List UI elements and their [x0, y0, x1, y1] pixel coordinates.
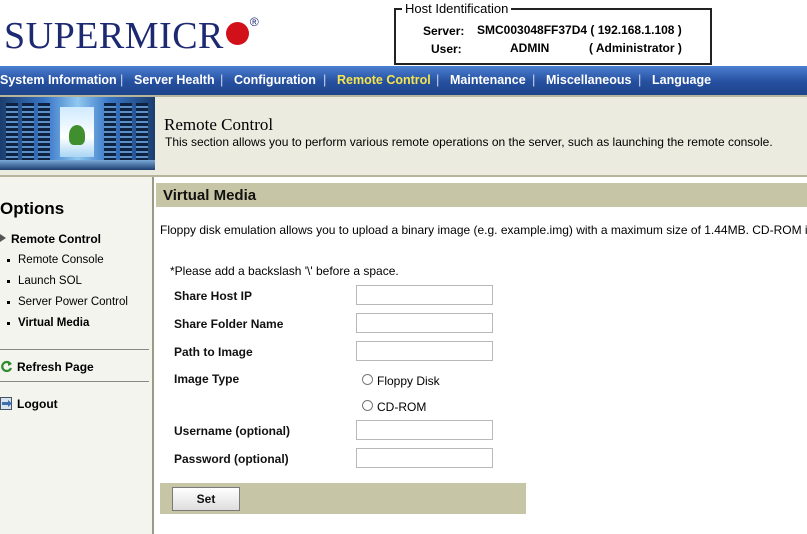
sidebar-item-virtual-media[interactable]: Virtual Media — [18, 317, 89, 329]
sidebar-divider — [0, 349, 149, 350]
backslash-note: *Please add a backslash '\' before a spa… — [170, 264, 399, 278]
cd-rom-radio[interactable] — [362, 400, 373, 411]
set-button[interactable]: Set — [172, 487, 240, 511]
options-sidebar — [0, 177, 154, 534]
sidebar-item-remote-console[interactable]: Remote Console — [18, 254, 104, 266]
refresh-icon[interactable] — [0, 359, 13, 373]
section-arrow-icon — [0, 234, 6, 242]
nav-language[interactable]: Language — [652, 73, 711, 87]
bullet-icon — [7, 280, 10, 283]
nav-separator: | — [532, 72, 536, 87]
nav-separator: | — [323, 72, 327, 87]
panel-description: Floppy disk emulation allows you to uplo… — [160, 223, 807, 237]
server-rack-graphic — [22, 103, 34, 161]
server-room-banner-image — [0, 97, 155, 170]
server-rack-graphic — [104, 103, 116, 161]
tree-graphic — [69, 125, 85, 145]
nav-separator: | — [220, 72, 224, 87]
nav-separator: | — [436, 72, 440, 87]
username-input[interactable] — [356, 420, 493, 440]
sidebar-section-remote-control[interactable]: Remote Control — [11, 232, 101, 246]
nav-configuration[interactable]: Configuration — [234, 73, 316, 87]
nav-maintenance[interactable]: Maintenance — [450, 73, 526, 87]
page-description: This section allows you to perform vario… — [165, 135, 773, 149]
cd-rom-radio-label[interactable]: CD-ROM — [377, 400, 426, 414]
refresh-page-link[interactable]: Refresh Page — [17, 360, 94, 374]
logout-icon[interactable] — [0, 397, 13, 411]
share-host-ip-label: Share Host IP — [174, 289, 253, 303]
floppy-disk-radio-label[interactable]: Floppy Disk — [377, 374, 440, 388]
server-rack-graphic — [6, 103, 18, 161]
server-rack-graphic — [136, 103, 148, 161]
server-value: SMC003048FF37D4 ( 192.168.1.108 ) — [477, 23, 682, 37]
image-type-label: Image Type — [174, 372, 240, 386]
sidebar-title: Options — [0, 199, 65, 218]
server-rack-graphic — [38, 103, 50, 161]
nav-server-health[interactable]: Server Health — [134, 73, 215, 87]
share-host-ip-input[interactable] — [356, 285, 493, 305]
user-label: User: — [431, 42, 462, 56]
share-folder-name-label: Share Folder Name — [174, 317, 284, 331]
password-input[interactable] — [356, 448, 493, 468]
nav-miscellaneous[interactable]: Miscellaneous — [546, 73, 631, 87]
floor-graphic — [0, 160, 155, 170]
host-identification-box: Host Identification Server: SMC003048FF3… — [394, 1, 712, 65]
user-name: ADMIN — [510, 41, 550, 55]
sidebar-divider — [0, 381, 149, 382]
path-to-image-label: Path to Image — [174, 345, 253, 359]
supermicro-logo: SUPERMICR ® — [4, 15, 260, 57]
server-label: Server: — [423, 24, 465, 38]
nav-remote-control[interactable]: Remote Control — [337, 73, 431, 87]
bullet-icon — [7, 259, 10, 262]
page-title: Remote Control — [164, 115, 274, 134]
sidebar-item-launch-sol[interactable]: Launch SOL — [18, 275, 82, 287]
panel-title: Virtual Media — [163, 187, 257, 204]
bullet-icon — [7, 322, 10, 325]
nav-system-information[interactable]: System Information — [0, 73, 117, 87]
host-identification-legend: Host Identification — [402, 1, 512, 16]
password-label: Password (optional) — [174, 452, 289, 466]
server-rack-graphic — [120, 103, 132, 161]
nav-separator: | — [638, 72, 642, 87]
user-role: ( Administrator ) — [589, 41, 682, 55]
bullet-icon — [7, 301, 10, 304]
logo-red-dot — [225, 22, 249, 45]
username-label: Username (optional) — [174, 424, 291, 438]
logout-link[interactable]: Logout — [17, 397, 58, 411]
floppy-disk-radio[interactable] — [362, 374, 373, 385]
path-to-image-input[interactable] — [356, 341, 493, 361]
nav-separator: | — [120, 72, 124, 87]
main-nav-bar: System Information | Server Health | Con… — [0, 66, 807, 95]
share-folder-name-input[interactable] — [356, 313, 493, 333]
sidebar-item-server-power-control[interactable]: Server Power Control — [18, 296, 128, 308]
